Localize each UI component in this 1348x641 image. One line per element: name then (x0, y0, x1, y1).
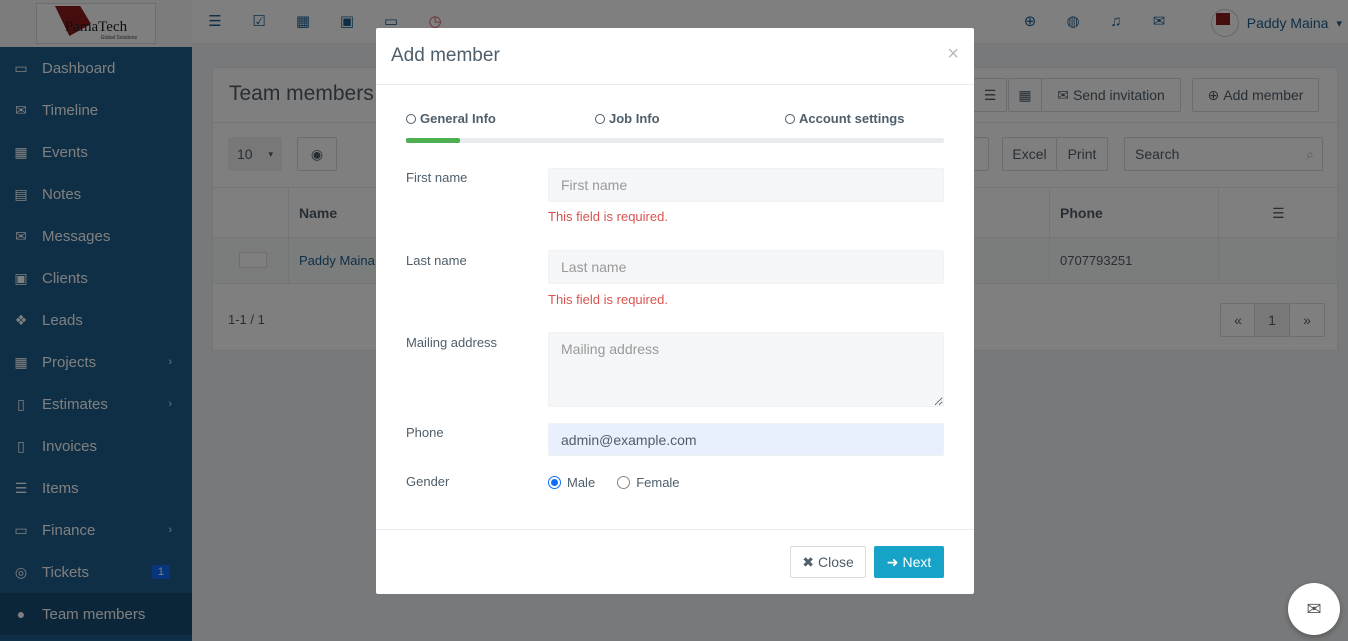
gender-radio-group: Male Female (548, 475, 680, 490)
gender-label: Gender (406, 474, 450, 489)
step-general-info[interactable]: General Info (406, 111, 496, 126)
close-button-label: Close (817, 554, 854, 570)
mailing-address-label: Mailing address (406, 335, 498, 350)
step-circle-icon (406, 113, 416, 124)
close-button[interactable]: ✖ Close (790, 546, 866, 578)
step-account-settings[interactable]: Account settings (785, 111, 904, 126)
times-icon: ✖ (802, 553, 814, 570)
gender-female-radio[interactable] (617, 476, 631, 489)
modal-header: Add member × (376, 28, 974, 85)
add-member-modal: Add member × General Info Job Info Accou… (376, 28, 974, 594)
first-name-error: This field is required. (548, 209, 668, 224)
gender-male-label[interactable]: Male (567, 475, 595, 490)
next-button[interactable]: ➜ Next (874, 546, 944, 578)
step-job-info[interactable]: Job Info (595, 111, 660, 126)
step-circle-icon (785, 113, 795, 124)
step-label: Job Info (609, 111, 660, 126)
arrow-circle-right-icon: ➜ (886, 553, 899, 570)
modal-title: Add member (391, 45, 500, 66)
modal-footer: ✖ Close ➜ Next (376, 529, 974, 594)
first-name-label: First name (406, 170, 468, 185)
wizard-steps: General Info Job Info Account settings (406, 111, 944, 131)
gender-female-label[interactable]: Female (636, 475, 679, 490)
last-name-error: This field is required. (548, 292, 668, 307)
wizard-progress-bar (406, 138, 944, 143)
mailing-address-field[interactable] (548, 332, 944, 407)
wizard-progress-fill (406, 138, 460, 143)
step-label: General Info (420, 111, 496, 126)
last-name-field[interactable] (548, 250, 944, 284)
chat-icon: ✉ (1306, 598, 1322, 619)
chat-button[interactable]: ✉ (1288, 583, 1340, 635)
next-button-label: Next (902, 554, 932, 570)
gender-male-radio[interactable] (548, 476, 561, 489)
step-label: Account settings (799, 111, 905, 126)
phone-label: Phone (406, 425, 444, 440)
last-name-label: Last name (406, 253, 467, 268)
step-circle-icon (595, 113, 605, 124)
phone-field[interactable] (548, 423, 944, 456)
first-name-field[interactable] (548, 168, 944, 202)
close-icon[interactable]: × (947, 43, 959, 66)
